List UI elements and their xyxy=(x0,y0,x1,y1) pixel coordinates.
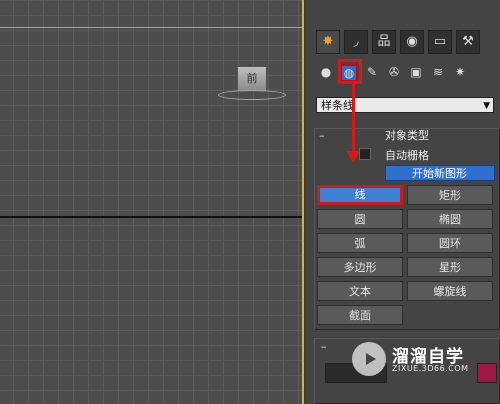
object-type-title: 对象类型 xyxy=(385,129,429,142)
hierarchy-tab-icon[interactable]: 品 xyxy=(372,30,396,54)
category-dropdown[interactable]: 样条线 ▼ xyxy=(316,97,494,113)
collapse-icon[interactable]: – xyxy=(319,129,325,143)
watermark: 溜溜自学 ZIXUE.3D66.COM xyxy=(352,342,470,378)
star-button[interactable]: 星形 xyxy=(407,257,493,277)
arc-button[interactable]: 弧 xyxy=(317,233,403,253)
viewport-front[interactable]: 前 xyxy=(0,0,304,404)
command-panel-tabs: ✸ ◞ 品 ◉ ▭ ⚒ xyxy=(316,30,480,54)
object-type-rollout: – 对象类型 自动栅格 开始新图形 线 矩形 圆 椭圆 弧 圆环 多边形 星形 … xyxy=(314,128,500,330)
section-button[interactable]: 截面 xyxy=(317,305,403,325)
auto-grid-label: 自动栅格 xyxy=(385,149,429,162)
motion-tab-icon[interactable]: ◉ xyxy=(400,30,424,54)
ngon-button[interactable]: 多边形 xyxy=(317,257,403,277)
helpers-icon[interactable]: ▣ xyxy=(408,64,424,80)
utilities-tab-hammer-icon[interactable]: ⚒ xyxy=(456,30,480,54)
collapse-icon[interactable]: – xyxy=(321,340,327,353)
chevron-down-icon: ▼ xyxy=(483,101,490,111)
rectangle-button[interactable]: 矩形 xyxy=(407,185,493,205)
object-type-header[interactable]: – 对象类型 xyxy=(315,129,499,143)
lights-icon[interactable]: ✎ xyxy=(364,64,380,80)
helix-button[interactable]: 螺旋线 xyxy=(407,281,493,301)
viewport-axis-line xyxy=(0,216,302,218)
display-tab-icon[interactable]: ▭ xyxy=(428,30,452,54)
donut-button[interactable]: 圆环 xyxy=(407,233,493,253)
geometry-icon[interactable]: ● xyxy=(318,64,334,80)
text-button[interactable]: 文本 xyxy=(317,281,403,301)
viewcube-ring[interactable] xyxy=(218,90,286,100)
spacewarps-icon[interactable]: ≋ xyxy=(430,64,446,80)
systems-icon[interactable]: ✷ xyxy=(452,64,468,80)
callout-arrow-line xyxy=(352,83,355,155)
line-button[interactable]: 线 xyxy=(317,185,403,205)
ellipse-button[interactable]: 椭圆 xyxy=(407,209,493,229)
cameras-icon[interactable]: ✇ xyxy=(386,64,402,80)
highlight-box xyxy=(338,59,362,84)
object-color-swatch[interactable] xyxy=(477,363,497,383)
modify-tab-curve-icon[interactable]: ◞ xyxy=(344,30,368,54)
auto-grid-checkbox[interactable] xyxy=(359,148,371,160)
start-new-shape-button[interactable]: 开始新图形 xyxy=(385,165,495,181)
viewport-border xyxy=(0,27,302,28)
create-tab-sun-icon[interactable]: ✸ xyxy=(316,30,340,54)
arrow-down-icon xyxy=(346,151,360,163)
category-dropdown-value: 样条线 xyxy=(321,99,354,112)
circle-button[interactable]: 圆 xyxy=(317,209,403,229)
watermark-url: ZIXUE.3D66.COM xyxy=(392,364,469,373)
play-logo-icon xyxy=(352,342,386,376)
viewcube[interactable]: 前 xyxy=(237,66,267,92)
